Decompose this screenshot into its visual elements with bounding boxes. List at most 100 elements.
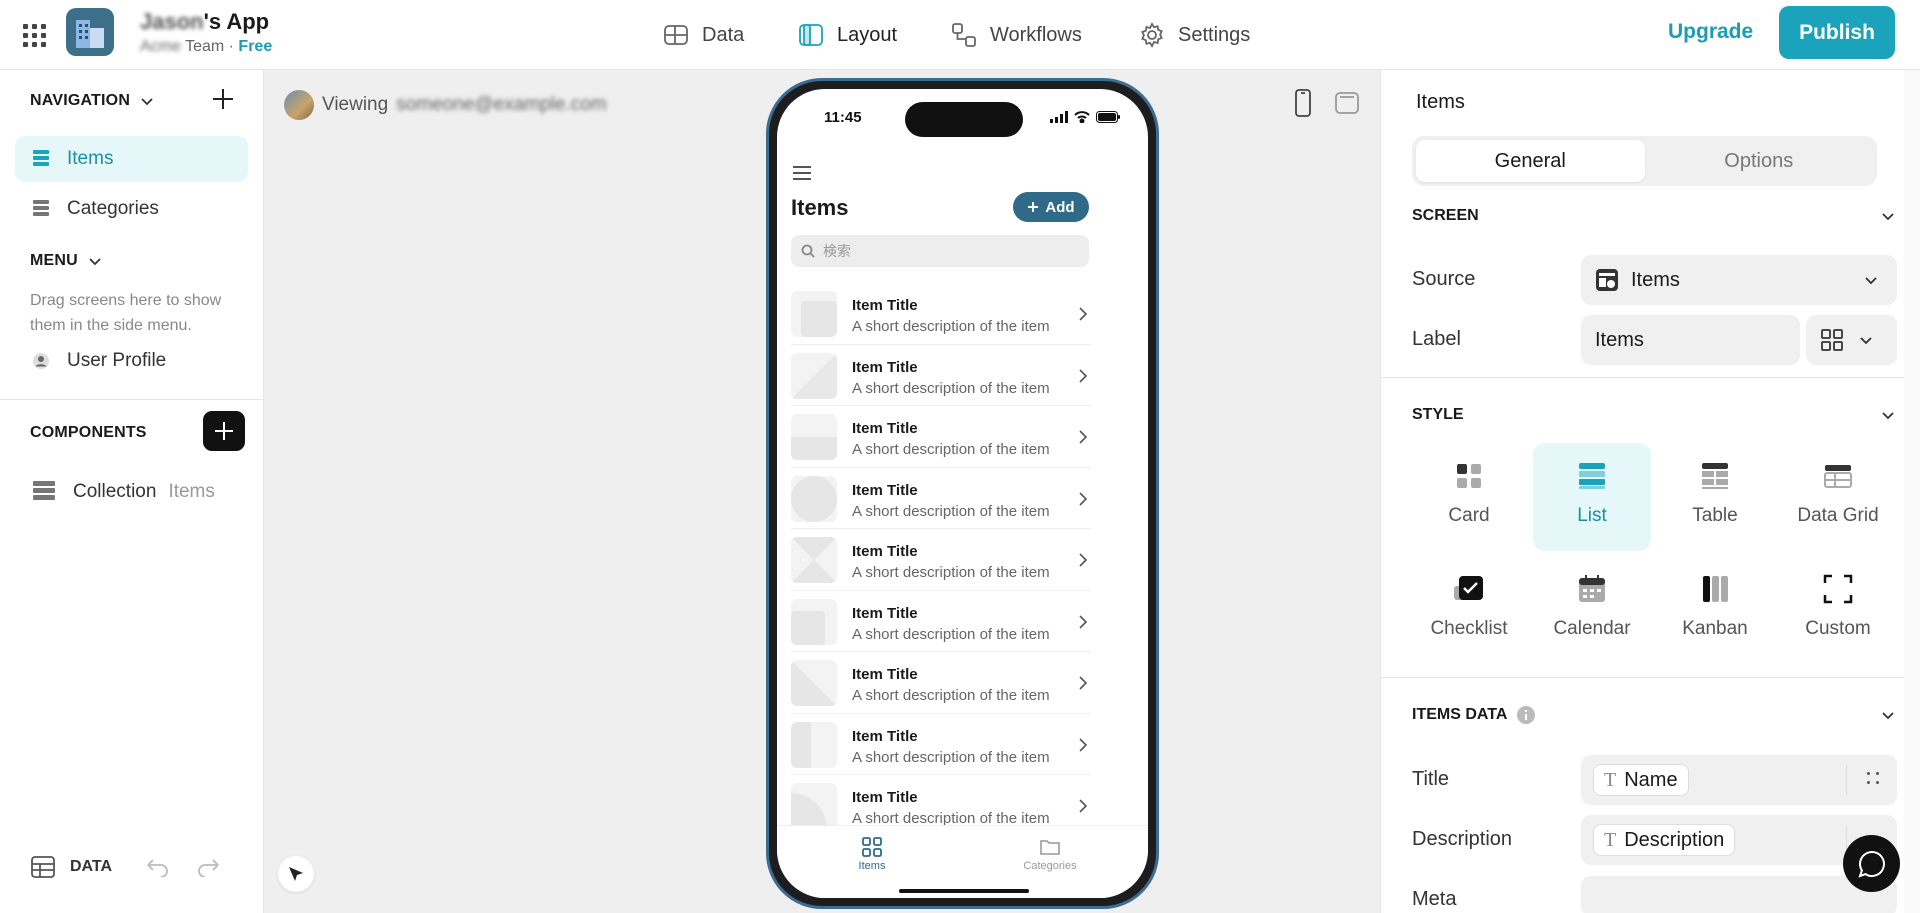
- list-item[interactable]: Item Title A short description of the it…: [791, 652, 1091, 714]
- style-custom[interactable]: Custom: [1779, 556, 1897, 664]
- viewing-as[interactable]: Viewing someone@example.com: [284, 90, 607, 120]
- search-input[interactable]: 検索: [791, 235, 1089, 267]
- tab-workflows[interactable]: Workflows: [950, 18, 1082, 52]
- chevron-down-icon[interactable]: [1880, 208, 1896, 224]
- description-chip[interactable]: T Description: [1593, 824, 1736, 856]
- redo-icon[interactable]: [196, 857, 222, 877]
- chevron-down-icon: [141, 98, 153, 106]
- style-card[interactable]: Card: [1410, 443, 1528, 551]
- navigation-label: NAVIGATION: [30, 92, 131, 109]
- source-select[interactable]: Items: [1581, 255, 1897, 305]
- item-description: A short description of the item: [852, 564, 1050, 581]
- hamburger-menu-icon[interactable]: [793, 166, 811, 184]
- scrollbar[interactable]: [1904, 70, 1920, 913]
- style-label: List: [1577, 505, 1607, 526]
- item-title: Item Title: [852, 666, 918, 683]
- label-icon-select[interactable]: [1806, 315, 1897, 365]
- list-item[interactable]: Item Title A short description of the it…: [791, 345, 1091, 406]
- data-table-icon[interactable]: [30, 855, 56, 879]
- tab-general[interactable]: General: [1416, 140, 1645, 182]
- label-input[interactable]: Items: [1581, 315, 1800, 365]
- item-title: Item Title: [852, 789, 918, 806]
- phone-frame: 11:45 Items Add 検索 Item Title A short de…: [766, 78, 1159, 909]
- upgrade-link[interactable]: Upgrade: [1668, 20, 1753, 44]
- sidebar-item-label: User Profile: [67, 350, 167, 371]
- phone-device-icon[interactable]: [1294, 88, 1312, 118]
- home-indicator: [899, 889, 1029, 893]
- search-icon: [801, 244, 815, 258]
- item-list: Item Title A short description of the it…: [791, 283, 1091, 837]
- sidebar-item-user-profile[interactable]: User Profile: [15, 338, 248, 384]
- thumbnail: [791, 414, 837, 460]
- tab-layout[interactable]: Layout: [797, 18, 897, 52]
- title-chip[interactable]: T Name: [1593, 764, 1689, 796]
- thumbnail: [791, 598, 837, 645]
- chevron-down-icon: [89, 258, 101, 266]
- pointer-tool-button[interactable]: [278, 856, 314, 892]
- chevron-down-icon[interactable]: [1880, 707, 1896, 723]
- list-item[interactable]: Item Title A short description of the it…: [791, 714, 1091, 775]
- component-collection[interactable]: Collection Items: [15, 469, 248, 515]
- style-list[interactable]: List: [1533, 443, 1651, 551]
- tab-options[interactable]: Options: [1645, 140, 1874, 182]
- phone-tab-items[interactable]: Items: [832, 836, 912, 872]
- add-item-button[interactable]: Add: [1013, 192, 1089, 222]
- navigation-header[interactable]: NAVIGATION: [30, 92, 154, 110]
- tab-layout-label: Layout: [837, 23, 898, 46]
- screen-section-header: SCREEN: [1412, 207, 1479, 224]
- sidebar-item-items[interactable]: Items: [15, 136, 248, 182]
- left-sidebar: NAVIGATION Items Categories MENU Drag sc…: [0, 70, 264, 913]
- style-calendar[interactable]: Calendar: [1533, 556, 1651, 664]
- tab-data[interactable]: Data: [662, 18, 744, 52]
- chevron-down-icon[interactable]: [1880, 407, 1896, 423]
- app-logo[interactable]: [66, 8, 114, 56]
- component-label: Collection: [73, 481, 157, 502]
- component-source: Items: [168, 481, 215, 502]
- list-item[interactable]: Item Title A short description of the it…: [791, 406, 1091, 468]
- divider: [1846, 765, 1847, 795]
- item-description: A short description of the item: [852, 502, 1050, 520]
- title-mapping-field[interactable]: T Name: [1581, 755, 1897, 805]
- add-screen-button[interactable]: [208, 84, 238, 114]
- team-line: Acme Team · Free: [140, 38, 272, 56]
- divider: [0, 399, 264, 400]
- phone-tab-categories[interactable]: Categories: [1010, 836, 1090, 872]
- drag-handle-icon[interactable]: [1867, 772, 1879, 784]
- add-component-button[interactable]: [203, 411, 245, 451]
- style-data-grid[interactable]: Data Grid: [1779, 443, 1897, 551]
- thumbnail: [791, 291, 837, 337]
- style-table[interactable]: Table: [1656, 443, 1774, 551]
- app-owner-blurred: Jason: [140, 9, 204, 34]
- sidebar-item-categories[interactable]: Categories: [15, 186, 248, 232]
- item-title: Item Title: [852, 727, 918, 745]
- list-item[interactable]: Item Title A short description of the it…: [791, 468, 1091, 529]
- style-label: Custom: [1805, 618, 1871, 639]
- tab-workflows-label: Workflows: [990, 23, 1082, 46]
- tab-settings[interactable]: Settings: [1138, 18, 1250, 52]
- style-kanban[interactable]: Kanban: [1656, 556, 1774, 664]
- team-label: Team: [185, 38, 225, 55]
- style-label: Calendar: [1553, 618, 1631, 639]
- menu-header[interactable]: MENU: [30, 252, 102, 270]
- viewing-label: Viewing: [322, 94, 389, 115]
- list-item[interactable]: Item Title A short description of the it…: [791, 529, 1091, 591]
- publish-button[interactable]: Publish: [1779, 6, 1895, 59]
- chevron-right-icon: [1079, 614, 1087, 629]
- info-icon[interactable]: [1517, 706, 1536, 724]
- app-name[interactable]: Jason's App: [140, 9, 269, 35]
- chevron-right-icon: [1079, 307, 1087, 321]
- list-item[interactable]: Item Title A short description of the it…: [791, 283, 1091, 345]
- chat-support-button[interactable]: [1843, 835, 1900, 892]
- checklist-style-icon: [1454, 576, 1483, 600]
- style-label: Card: [1448, 505, 1490, 526]
- list-item[interactable]: Item Title A short description of the it…: [791, 591, 1091, 652]
- undo-icon[interactable]: [144, 857, 170, 877]
- add-item-label: Add: [1045, 198, 1075, 216]
- tablet-device-icon[interactable]: [1334, 91, 1360, 115]
- tab-data-label: Data: [702, 23, 745, 46]
- search-placeholder: 検索: [823, 243, 851, 259]
- gear-icon: [1141, 22, 1163, 48]
- style-checklist[interactable]: Checklist: [1410, 556, 1528, 664]
- data-button-label[interactable]: DATA: [70, 858, 112, 876]
- apps-grid-icon[interactable]: [20, 21, 46, 47]
